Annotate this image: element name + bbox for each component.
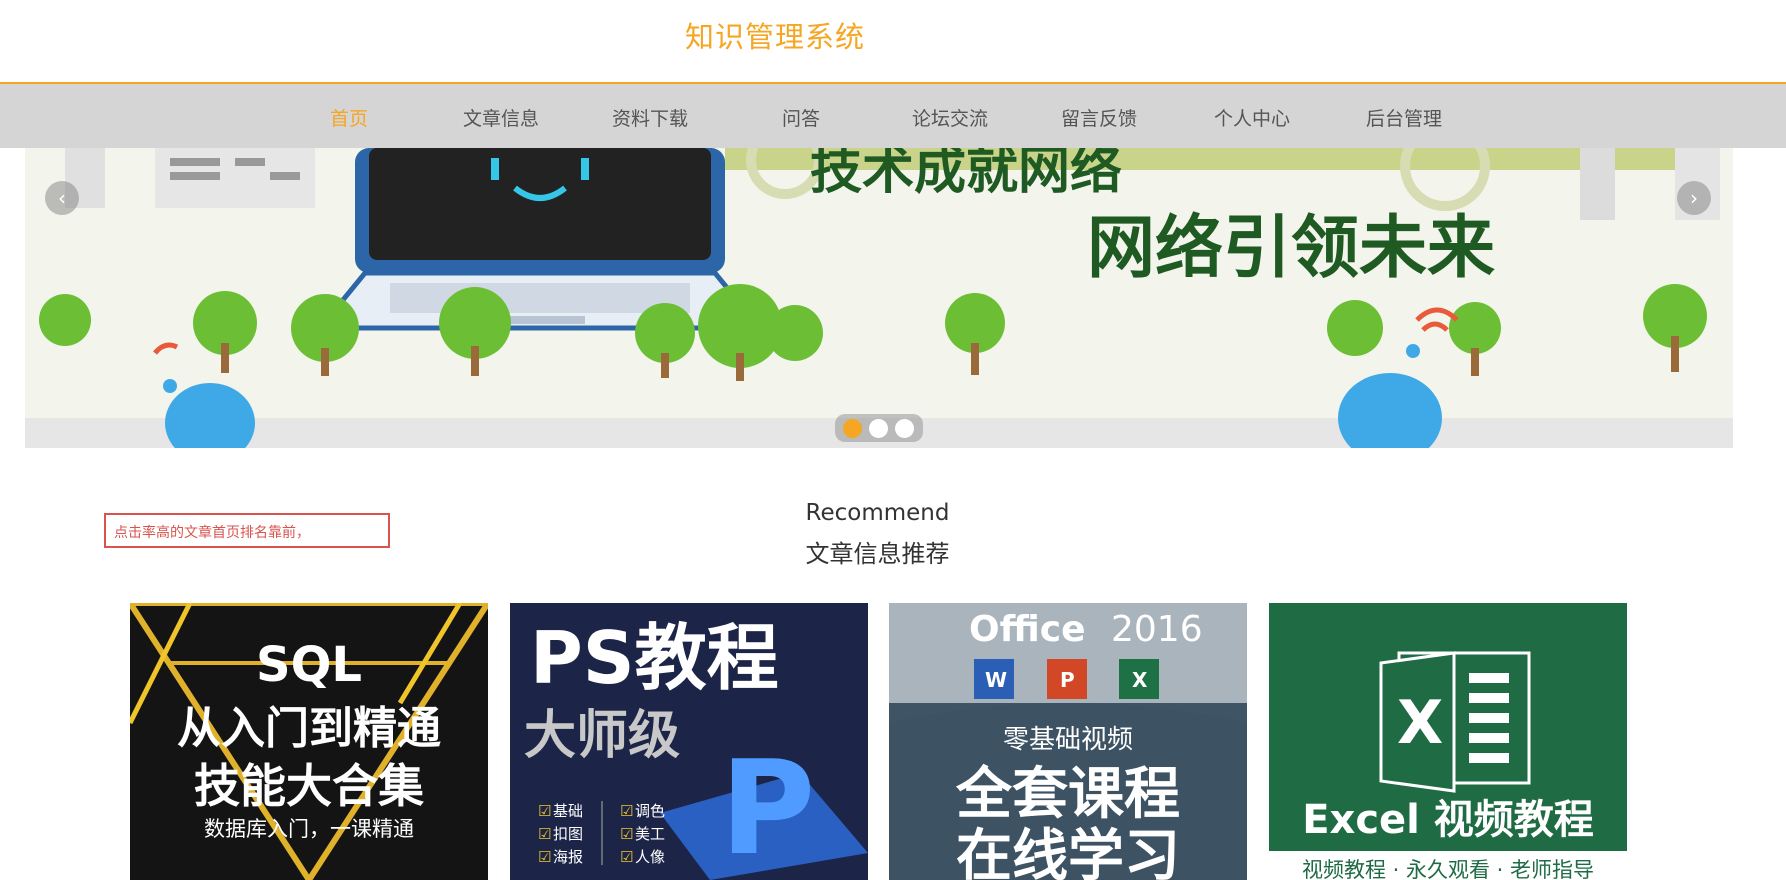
card-office-line4: 在线学习 [956,824,1180,880]
svg-text:☑: ☑ [620,848,633,866]
card-excel-line1: Excel 视频教程 [1302,797,1594,843]
card-office-line2: 零基础视频 [1003,725,1133,755]
chevron-left-icon: ‹ [58,186,66,210]
nav-item-downloads[interactable]: 资料下载 [612,104,688,131]
svg-text:☑: ☑ [538,802,551,820]
card-image-excel: X Excel 视频教程 视频教程 · 永久观看 · 老师指导 [1269,603,1627,880]
card-excel-line2: 视频教程 · 永久观看 · 老师指导 [1302,858,1594,880]
carousel-dot[interactable] [869,419,888,438]
article-card-sql[interactable]: SQL 从入门到精通 技能大合集 数据库入门，一课精通 [130,603,488,880]
card-ps-line1: PS教程 [530,616,779,700]
site-title: 知识管理系统 [684,20,865,54]
nav-item-qa[interactable]: 问答 [782,104,820,131]
main-nav: 首页 文章信息 资料下载 问答 论坛交流 留言反馈 个人中心 后台管理 [0,84,1786,148]
card-sql-line4: 数据库入门，一课精通 [204,817,414,841]
card-image-office: Office 2016 W P X 零基础视频 全套课程 在线学习 [889,603,1247,880]
card-sql-line2: 从入门到精通 [177,703,441,754]
site-header: 知识管理系统 [0,0,1786,84]
card-office-line3: 全套课程 [955,762,1180,827]
svg-text:☑: ☑ [620,825,633,843]
card-ps-line2: 大师级 [524,705,680,766]
card-ps-tag: 美工 [635,825,665,843]
card-ps-tag: 海报 [553,848,583,866]
article-card-excel[interactable]: X Excel 视频教程 视频教程 · 永久观看 · 老师指导 [1269,603,1627,880]
nav-item-profile[interactable]: 个人中心 [1214,104,1290,131]
card-sql-line3: 技能大合集 [194,759,424,813]
carousel-prev-button[interactable]: ‹ [45,181,79,215]
ps-logo-icon: P [720,732,815,880]
card-image-sql: SQL 从入门到精通 技能大合集 数据库入门，一课精通 [130,603,488,880]
svg-text:X: X [1397,688,1443,758]
article-card-ps[interactable]: P PS教程 大师级 ☑ 基础 ☑ 扣图 ☑ 海报 ☑ 调色 ☑ 美工 ☑ 人像 [510,603,868,880]
banner-image: 技术成就网络 网络引领未来 [25,148,1733,448]
chevron-right-icon: › [1690,186,1698,210]
ranking-note: 点击率高的文章首页排名靠前， [104,513,390,548]
nav-item-articles[interactable]: 文章信息 [463,104,539,131]
banner-carousel[interactable]: 技术成就网络 网络引领未来 ‹ › [25,148,1733,448]
nav-item-home[interactable]: 首页 [330,104,368,131]
card-sql-line1: SQL [256,637,362,693]
carousel-dot[interactable] [843,419,862,438]
card-office-line1b: 2016 [1111,609,1203,650]
svg-text:P: P [1060,668,1075,692]
card-image-ps: P PS教程 大师级 ☑ 基础 ☑ 扣图 ☑ 海报 ☑ 调色 ☑ 美工 ☑ 人像 [510,603,868,880]
nav-item-feedback[interactable]: 留言反馈 [1061,104,1137,131]
svg-text:☑: ☑ [620,802,633,820]
card-ps-tag: 调色 [635,802,665,820]
banner-heading-main: 网络引领未来 [1087,209,1495,288]
card-ps-tag: 人像 [635,848,665,866]
article-cards: SQL 从入门到精通 技能大合集 数据库入门，一课精通 P PS教程 大师级 ☑… [0,603,1786,880]
card-ps-tag: 基础 [553,802,583,820]
svg-text:☑: ☑ [538,825,551,843]
nav-item-admin[interactable]: 后台管理 [1366,104,1442,131]
card-office-line1: Office [969,609,1086,650]
carousel-indicators [835,414,923,442]
banner-heading-top: 技术成就网络 [810,148,1122,201]
card-ps-tag: 扣图 [553,825,583,843]
svg-text:☑: ☑ [538,848,551,866]
nav-item-forum[interactable]: 论坛交流 [912,104,988,131]
carousel-dot[interactable] [895,419,914,438]
carousel-next-button[interactable]: › [1677,181,1711,215]
article-card-office[interactable]: Office 2016 W P X 零基础视频 全套课程 在线学习 [889,603,1247,880]
svg-text:X: X [1132,668,1148,692]
svg-text:W: W [985,668,1007,692]
